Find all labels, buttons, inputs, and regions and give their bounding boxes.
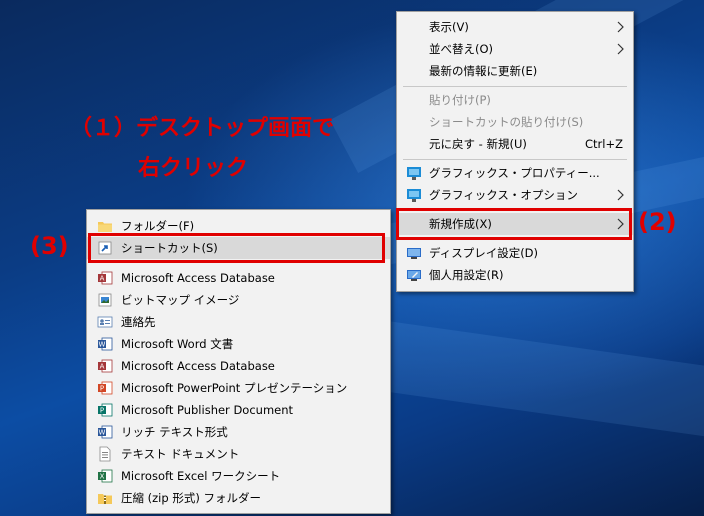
submenu-item-word-document[interactable]: W Microsoft Word 文書 (87, 333, 390, 355)
submenu-item-label: Microsoft Word 文書 (121, 337, 234, 351)
annotation-step3: (3) (30, 232, 69, 260)
display-settings-icon (407, 248, 421, 259)
graphics-options-icon (407, 189, 421, 202)
submenu-item-label: テキスト ドキュメント (121, 447, 240, 461)
rtf-icon: W (98, 425, 113, 439)
submenu-item-bitmap-image[interactable]: ビットマップ イメージ (87, 289, 390, 311)
svg-text:W: W (99, 341, 106, 349)
svg-text:A: A (100, 363, 105, 371)
menu-item-shortcut: Ctrl+Z (585, 137, 623, 151)
submenu-item-label: 連絡先 (121, 315, 156, 329)
submenu-item-label: リッチ テキスト形式 (121, 425, 228, 439)
text-document-icon (99, 446, 111, 462)
zip-folder-icon (98, 494, 112, 504)
publisher-icon: P (98, 403, 113, 417)
graphics-properties-icon (407, 167, 421, 180)
menu-item-label: 元に戻す - 新規(U) (429, 137, 527, 151)
excel-icon: X (98, 469, 113, 483)
access-icon: A (98, 271, 113, 285)
submenu-item-label: Microsoft PowerPoint プレゼンテーション (121, 381, 348, 395)
submenu-item-access-database[interactable]: A Microsoft Access Database (87, 267, 390, 289)
menu-item-label: 並べ替え(O) (429, 42, 494, 56)
wallpaper-light-beam (370, 320, 704, 448)
menu-item-refresh[interactable]: 最新の情報に更新(E) (397, 60, 633, 82)
highlight-box-new (396, 208, 632, 240)
svg-text:P: P (100, 407, 104, 415)
submenu-item-text-document[interactable]: テキスト ドキュメント (87, 443, 390, 465)
highlight-box-shortcut (88, 233, 385, 263)
svg-text:W: W (99, 429, 106, 437)
svg-text:A: A (100, 275, 105, 283)
folder-icon (98, 222, 112, 232)
chevron-right-icon (617, 189, 624, 201)
access-icon: A (98, 359, 113, 373)
menu-item-graphics-properties[interactable]: グラフィックス・プロパティー... (397, 162, 633, 184)
submenu-item-contact[interactable]: 連絡先 (87, 311, 390, 333)
menu-item-paste-shortcut[interactable]: ショートカットの貼り付け(S) (397, 111, 633, 133)
menu-item-view[interactable]: 表示(V) (397, 16, 633, 38)
menu-item-label: 最新の情報に更新(E) (429, 64, 538, 78)
menu-item-label: ディスプレイ設定(D) (429, 246, 539, 260)
powerpoint-icon: P (98, 381, 113, 395)
menu-item-undo[interactable]: 元に戻す - 新規(U) Ctrl+Z (397, 133, 633, 155)
word-icon: W (98, 337, 113, 351)
submenu-item-zip-folder[interactable]: 圧縮 (zip 形式) フォルダー (87, 487, 390, 509)
submenu-item-label: Microsoft Publisher Document (121, 403, 294, 417)
menu-item-label: 個人用設定(R) (429, 268, 504, 282)
submenu-item-label: 圧縮 (zip 形式) フォルダー (121, 491, 261, 505)
menu-item-label: グラフィックス・オプション (429, 188, 578, 202)
annotation-step2: (2) (638, 208, 677, 236)
chevron-right-icon (617, 21, 624, 33)
bitmap-icon (98, 293, 112, 307)
annotation-step1-line2: 右クリック (138, 156, 249, 181)
menu-item-sort[interactable]: 並べ替え(O) (397, 38, 633, 60)
annotation-step1: （１）デスクトップ画面で (70, 116, 335, 141)
svg-text:X: X (100, 473, 105, 481)
menu-separator (403, 159, 627, 160)
menu-item-personalize[interactable]: 個人用設定(R) (397, 264, 633, 286)
personalize-icon (407, 270, 421, 281)
menu-item-paste[interactable]: 貼り付け(P) (397, 89, 633, 111)
submenu-item-publisher[interactable]: P Microsoft Publisher Document (87, 399, 390, 421)
submenu-item-access-database-2[interactable]: A Microsoft Access Database (87, 355, 390, 377)
contact-icon (97, 316, 113, 328)
chevron-right-icon (617, 43, 624, 55)
submenu-item-label: Microsoft Access Database (121, 359, 275, 373)
desktop-context-menu: 表示(V) 並べ替え(O) 最新の情報に更新(E) 貼り付け(P) ショートカッ… (396, 11, 634, 292)
submenu-item-label: Microsoft Excel ワークシート (121, 469, 281, 483)
menu-item-graphics-options[interactable]: グラフィックス・オプション (397, 184, 633, 206)
menu-item-label: ショートカットの貼り付け(S) (429, 115, 584, 129)
menu-item-display-settings[interactable]: ディスプレイ設定(D) (397, 242, 633, 264)
submenu-item-powerpoint[interactable]: P Microsoft PowerPoint プレゼンテーション (87, 377, 390, 399)
submenu-item-excel-worksheet[interactable]: X Microsoft Excel ワークシート (87, 465, 390, 487)
menu-separator (403, 86, 627, 87)
submenu-item-rich-text[interactable]: W リッチ テキスト形式 (87, 421, 390, 443)
menu-item-label: グラフィックス・プロパティー... (429, 166, 600, 180)
menu-item-label: 表示(V) (429, 20, 469, 34)
submenu-item-label: Microsoft Access Database (121, 271, 275, 285)
menu-item-label: 貼り付け(P) (429, 93, 491, 107)
submenu-item-label: ビットマップ イメージ (121, 293, 240, 307)
svg-text:P: P (100, 385, 104, 393)
